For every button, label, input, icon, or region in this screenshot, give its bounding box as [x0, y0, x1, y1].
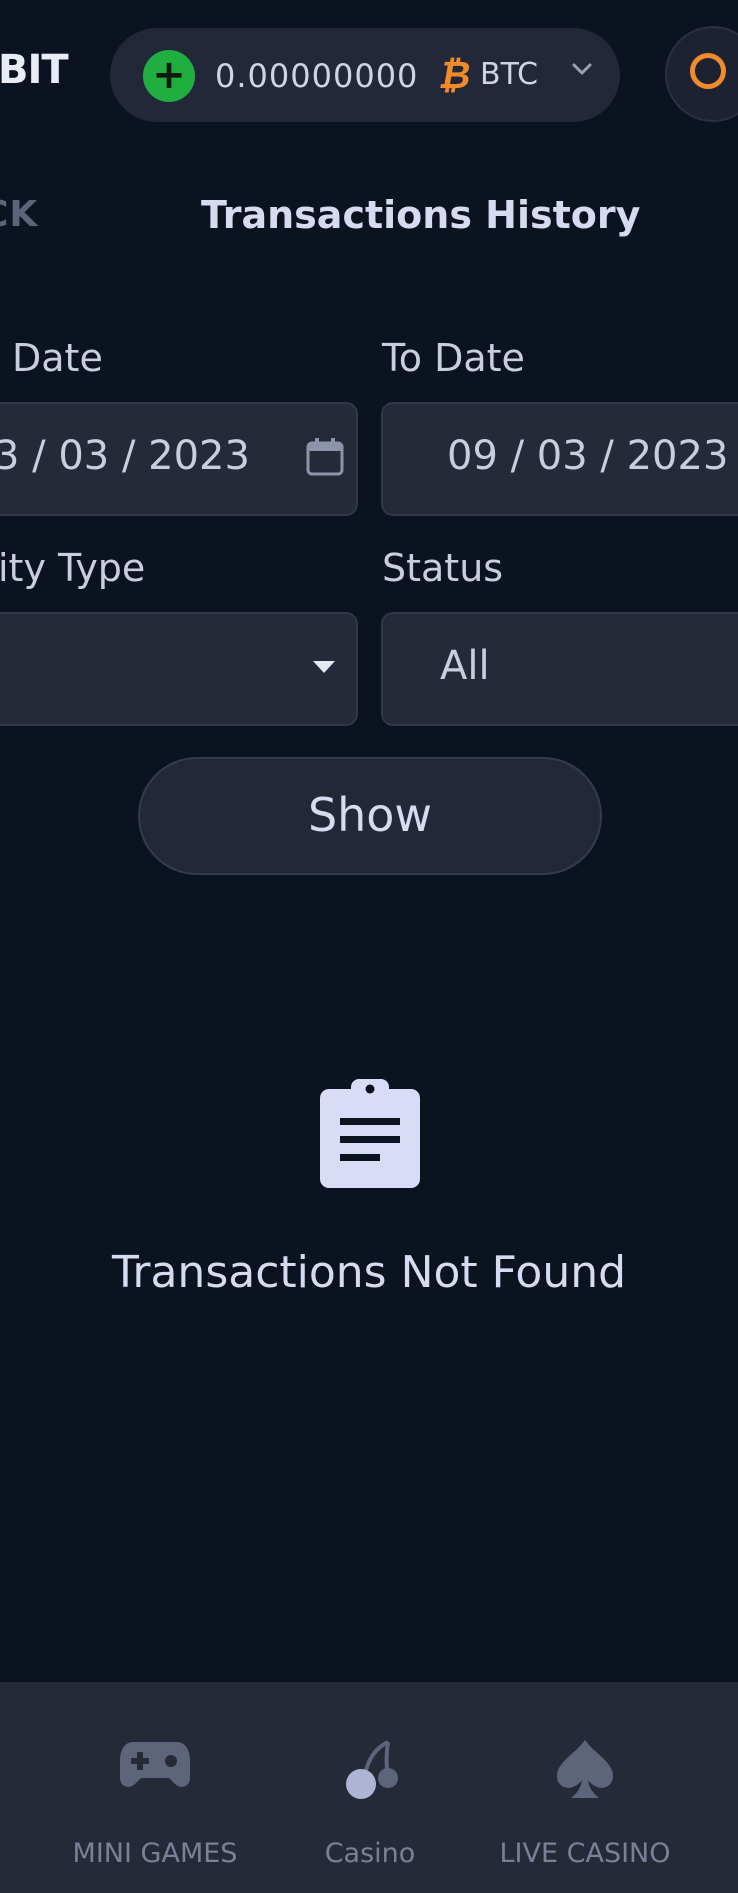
- search-icon: [690, 53, 726, 89]
- status-value: All: [440, 643, 490, 689]
- empty-state-message: Transactions Not Found: [111, 1247, 627, 1298]
- from-date-value: 3 / 03 / 2023: [0, 433, 250, 479]
- nav-label: MINI GAMES: [72, 1838, 238, 1869]
- show-button[interactable]: Show: [138, 757, 602, 875]
- clipboard-icon: [320, 1079, 420, 1188]
- gamepad-icon: [120, 1742, 190, 1787]
- chevron-down-icon[interactable]: [572, 62, 592, 76]
- cherry-icon: [346, 1740, 398, 1799]
- nav-label: LIVE CASINO: [499, 1838, 671, 1869]
- back-link[interactable]: CK: [0, 195, 38, 235]
- activity-type-select[interactable]: [0, 612, 358, 726]
- balance-amount: 0.00000000: [215, 57, 419, 95]
- from-date-label: Date: [12, 336, 103, 380]
- deposit-plus-button[interactable]: +: [143, 50, 195, 102]
- calendar-icon[interactable]: [305, 437, 345, 477]
- caret-down-icon: [313, 661, 335, 673]
- currency-label: BTC: [480, 57, 539, 92]
- to-date-value: 09 / 03 / 2023: [447, 433, 729, 479]
- nav-item-live-casino[interactable]: LIVE CASINO: [485, 1682, 685, 1893]
- activity-type-label: ity Type: [0, 546, 146, 590]
- status-label: Status: [382, 546, 504, 590]
- nav-item-casino[interactable]: Casino: [270, 1682, 470, 1893]
- spade-icon: [557, 1740, 613, 1798]
- nav-label: Casino: [324, 1838, 416, 1869]
- nav-item-mini-games[interactable]: MINI GAMES: [55, 1682, 255, 1893]
- to-date-label: To Date: [382, 336, 525, 380]
- page-title: Transactions History: [201, 193, 641, 237]
- brand-logo[interactable]: BIT: [0, 50, 69, 90]
- bottom-nav: MINI GAMES Casino LIVE CASINO: [0, 1682, 738, 1893]
- status-select[interactable]: [381, 612, 738, 726]
